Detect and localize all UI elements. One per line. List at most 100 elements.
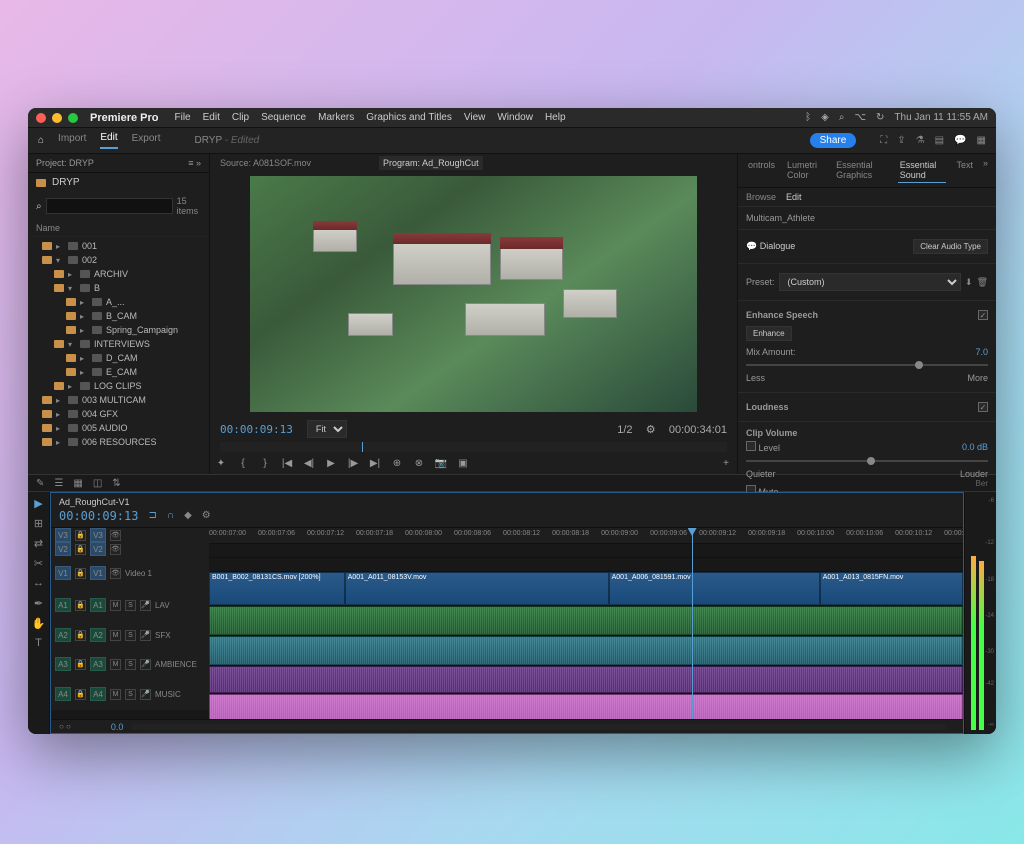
program-timecode[interactable]: 00:00:09:13 [220, 423, 293, 436]
track-target-toggle[interactable]: A3 [90, 657, 106, 671]
settings-icon[interactable]: ⚙ [202, 510, 211, 521]
mute-toggle[interactable]: M [110, 630, 121, 641]
voiceover-toggle[interactable]: 🎤 [140, 689, 151, 700]
video-clip[interactable]: A001_A011_08153V.mov [345, 572, 609, 605]
enhance-button[interactable]: Enhance [746, 326, 792, 341]
track-lock-toggle[interactable]: 🔒 [75, 568, 86, 579]
voiceover-toggle[interactable]: 🎤 [140, 600, 151, 611]
tab-edit[interactable]: Edit [100, 132, 117, 149]
track-lock-toggle[interactable]: 🔒 [75, 630, 86, 641]
mix-amount-slider[interactable] [746, 364, 988, 366]
tree-item[interactable]: ▸003 MULTICAM [28, 393, 209, 407]
tree-item[interactable]: ▸E_CAM [28, 365, 209, 379]
tree-item[interactable]: ▸A_... [28, 295, 209, 309]
enhance-speech-checkbox[interactable]: ✓ [978, 310, 988, 320]
tab-lumetri[interactable]: Lumetri Color [785, 158, 826, 183]
mix-amount-value[interactable]: 7.0 [975, 347, 988, 357]
video-track-lane[interactable]: B001_B002_08131CS.mov [200%]A001_A011_08… [209, 572, 963, 606]
resolution-select[interactable]: 1/2 [617, 424, 632, 436]
minimize-window-button[interactable] [52, 113, 62, 123]
audio-clip[interactable] [209, 636, 963, 665]
sync-icon[interactable]: ↻ [876, 112, 884, 123]
tab-text[interactable]: Text [954, 158, 975, 183]
audio-clip[interactable] [209, 694, 963, 719]
tree-item[interactable]: ▸Spring_Campaign [28, 323, 209, 337]
export-frame-button[interactable]: 📷 [434, 456, 448, 470]
tree-item[interactable]: ▸004 GFX [28, 407, 209, 421]
step-back-button[interactable]: ◀| [302, 456, 316, 470]
maximize-window-button[interactable] [68, 113, 78, 123]
flask-icon[interactable]: ⚗ [916, 135, 925, 146]
tab-essential-sound[interactable]: Essential Sound [898, 158, 947, 183]
mark-out-button[interactable]: } [258, 456, 272, 470]
mute-toggle[interactable]: M [110, 659, 121, 670]
comparison-button[interactable]: ▣ [456, 456, 470, 470]
ripple-edit-tool[interactable]: ⇄ [32, 536, 46, 550]
tab-graphics[interactable]: Essential Graphics [834, 158, 890, 183]
tree-item[interactable]: ▸001 [28, 239, 209, 253]
track-source-toggle[interactable]: A3 [55, 657, 71, 671]
tree-item[interactable]: ▸D_CAM [28, 351, 209, 365]
audio-track-header[interactable]: A3🔒A3MS🎤AMBIENCE [51, 650, 209, 678]
zoom-value[interactable]: 0.0 [111, 722, 124, 732]
tab-export[interactable]: Export [132, 133, 161, 148]
menu-sequence[interactable]: Sequence [261, 112, 306, 123]
settings-icon[interactable]: ⚙ [646, 424, 656, 436]
sequence-name[interactable]: Ad_RoughCut-V1 [59, 497, 955, 507]
menu-help[interactable]: Help [545, 112, 566, 123]
project-search-input[interactable] [46, 198, 173, 214]
hand-tool[interactable]: ✋ [32, 616, 46, 630]
track-target-toggle[interactable]: V3 [90, 528, 106, 542]
track-select-tool[interactable]: ⊞ [32, 516, 46, 530]
bin-name[interactable]: DRYP [52, 177, 80, 188]
tab-import[interactable]: Import [58, 133, 86, 148]
program-monitor[interactable] [250, 176, 697, 412]
video-clip[interactable]: B001_B002_08131CS.mov [200%] [209, 572, 345, 605]
track-lock-toggle[interactable]: 🔒 [75, 600, 86, 611]
insert-button[interactable]: ⊕ [390, 456, 404, 470]
bluetooth-icon[interactable]: ᛒ [805, 112, 811, 123]
marker-icon[interactable]: ◆ [184, 510, 192, 521]
icon-view-icon[interactable]: ▦ [73, 478, 82, 489]
go-to-out-button[interactable]: ▶| [368, 456, 382, 470]
clear-audio-type-button[interactable]: Clear Audio Type [913, 239, 988, 254]
track-lock-toggle[interactable]: 🔒 [75, 689, 86, 700]
sort-icon[interactable]: ⇅ [112, 478, 120, 489]
track-source-toggle[interactable]: A1 [55, 598, 71, 612]
timeline-ruler[interactable]: 00:00:07:0000:00:07:0600:00:07:1200:00:0… [209, 528, 963, 544]
playhead[interactable] [692, 528, 693, 719]
pen-tool[interactable]: ✒ [32, 596, 46, 610]
track-source-toggle[interactable]: V2 [55, 542, 71, 556]
subtab-edit[interactable]: Edit [786, 192, 802, 202]
preset-select[interactable]: (Custom) [779, 273, 962, 291]
tree-item[interactable]: ▸006 RESOURCES [28, 435, 209, 449]
menu-edit[interactable]: Edit [203, 112, 220, 123]
track-lock-toggle[interactable]: 🔒 [75, 530, 86, 541]
column-name-header[interactable]: Name [28, 220, 209, 237]
program-scrubber[interactable] [220, 442, 727, 452]
track-visibility-toggle[interactable]: 👁 [110, 530, 121, 541]
razor-tool[interactable]: ✂ [32, 556, 46, 570]
level-value[interactable]: 0.0 dB [962, 442, 988, 452]
menu-clip[interactable]: Clip [232, 112, 249, 123]
menu-window[interactable]: Window [497, 112, 533, 123]
video-track-header[interactable]: V1🔒V1👁Video 1 [51, 556, 209, 590]
slip-tool[interactable]: ↔ [32, 576, 46, 590]
track-lock-toggle[interactable]: 🔒 [75, 659, 86, 670]
share-button[interactable]: Share [810, 133, 857, 148]
panel-menu-icon[interactable]: » [983, 158, 988, 183]
close-window-button[interactable] [36, 113, 46, 123]
control-center-icon[interactable]: ⌥ [854, 112, 866, 123]
track-target-toggle[interactable]: A4 [90, 687, 106, 701]
delete-preset-icon[interactable]: 🗑 [977, 277, 988, 288]
quickexport-icon[interactable]: ▤ [935, 135, 944, 146]
audio-track-lane[interactable] [209, 666, 963, 694]
overwrite-button[interactable]: ⊗ [412, 456, 426, 470]
add-marker-button[interactable]: ✦ [214, 456, 228, 470]
panel-menu-icon[interactable]: ≡ » [188, 158, 201, 168]
export-icon[interactable]: ⇪ [897, 135, 905, 146]
track-target-toggle[interactable]: A2 [90, 628, 106, 642]
voiceover-toggle[interactable]: 🎤 [140, 630, 151, 641]
tree-item[interactable]: ▾INTERVIEWS [28, 337, 209, 351]
audio-track-lane[interactable] [209, 636, 963, 666]
